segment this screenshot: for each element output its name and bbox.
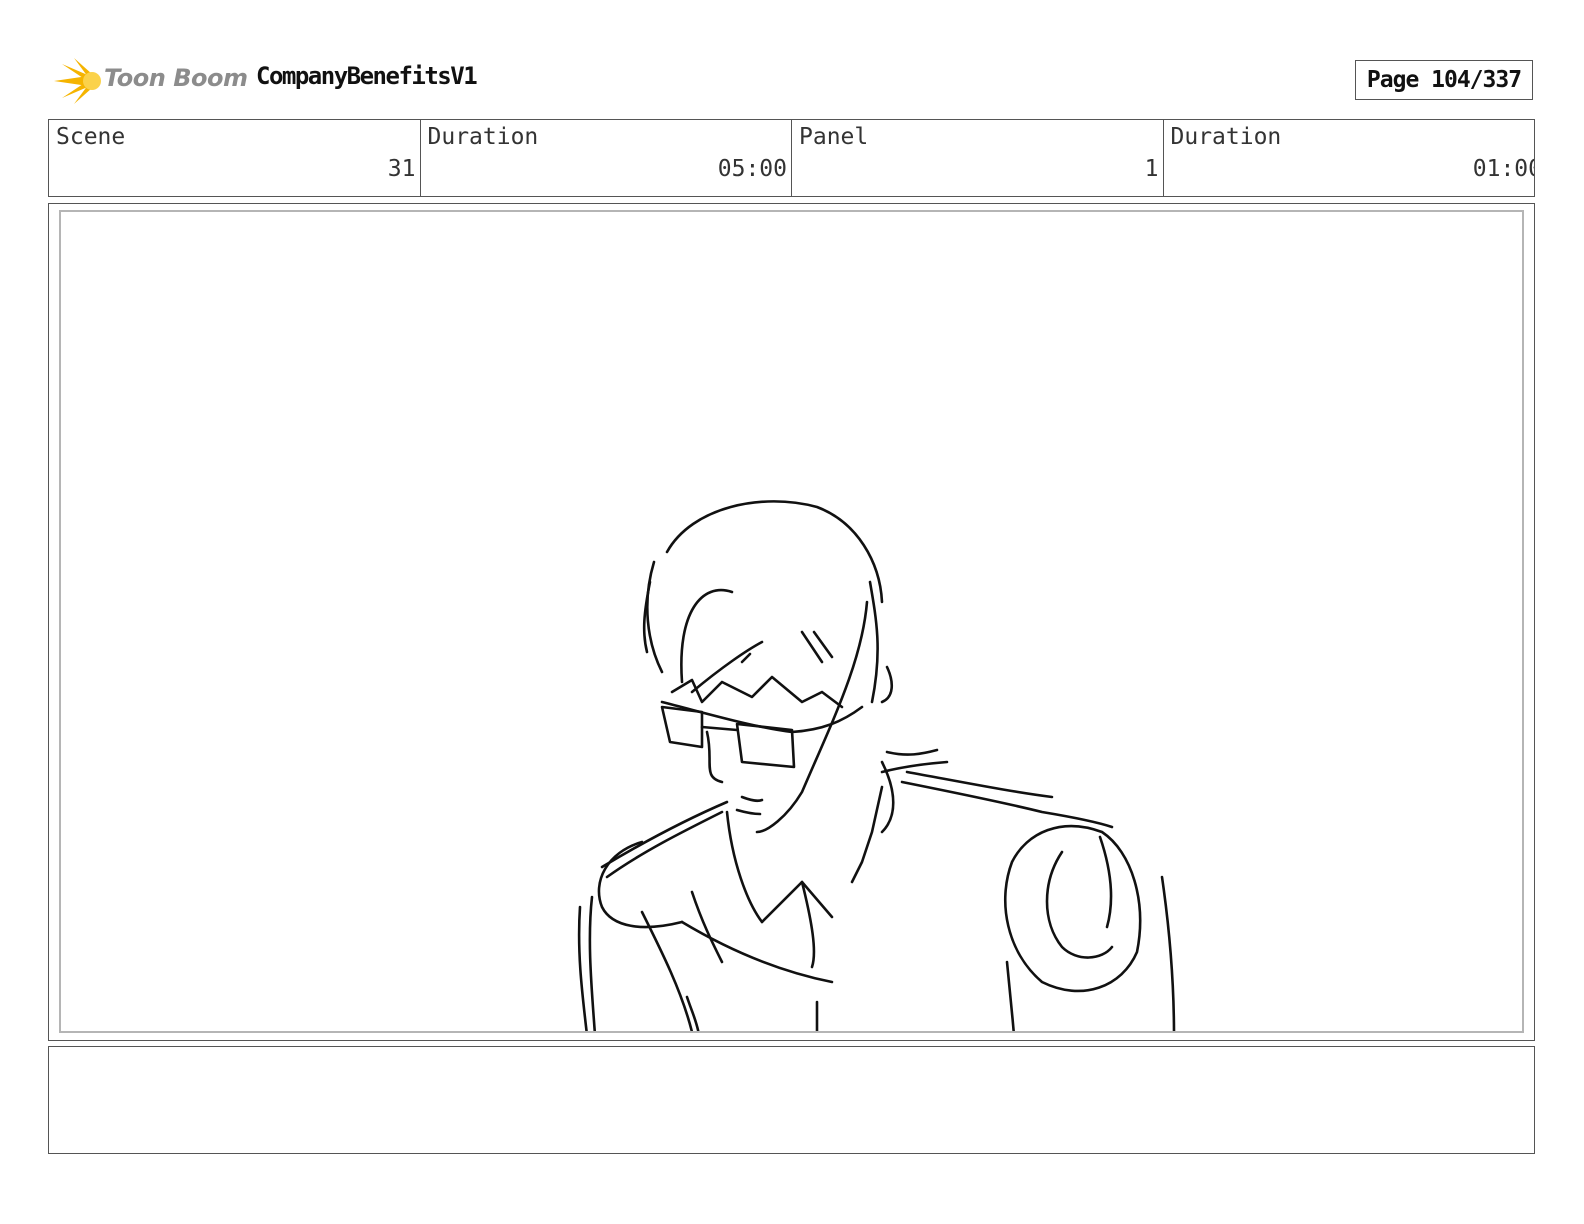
scene-label: Scene [56,124,126,150]
panel-duration-value: 01:00 [1472,156,1534,182]
panel-duration-label: Duration [1170,124,1282,150]
panel-info-row: Scene 31 Duration 05:00 Panel 1 Duration… [48,119,1535,197]
scene-value: 31 [387,156,416,182]
brand-name: Toon Boom [104,64,248,92]
panel-duration-cell: Duration 01:00 [1164,120,1535,196]
panel-image [59,210,1524,1033]
scene-duration-value: 05:00 [717,156,787,182]
page-label: Page 104/337 [1366,67,1522,93]
project-title: CompanyBenefitsV1 [256,62,478,90]
panel-label: Panel [799,124,869,150]
scene-duration-cell: Duration 05:00 [421,120,792,196]
panel-cell: Panel 1 [792,120,1164,196]
page-indicator: Page 104/337 [1355,60,1533,100]
panel-value: 1 [1144,156,1159,182]
character-sketch [577,500,1176,1031]
scene-duration-label: Duration [427,124,539,150]
scene-cell: Scene 31 [49,120,421,196]
panel-notes [48,1046,1535,1154]
